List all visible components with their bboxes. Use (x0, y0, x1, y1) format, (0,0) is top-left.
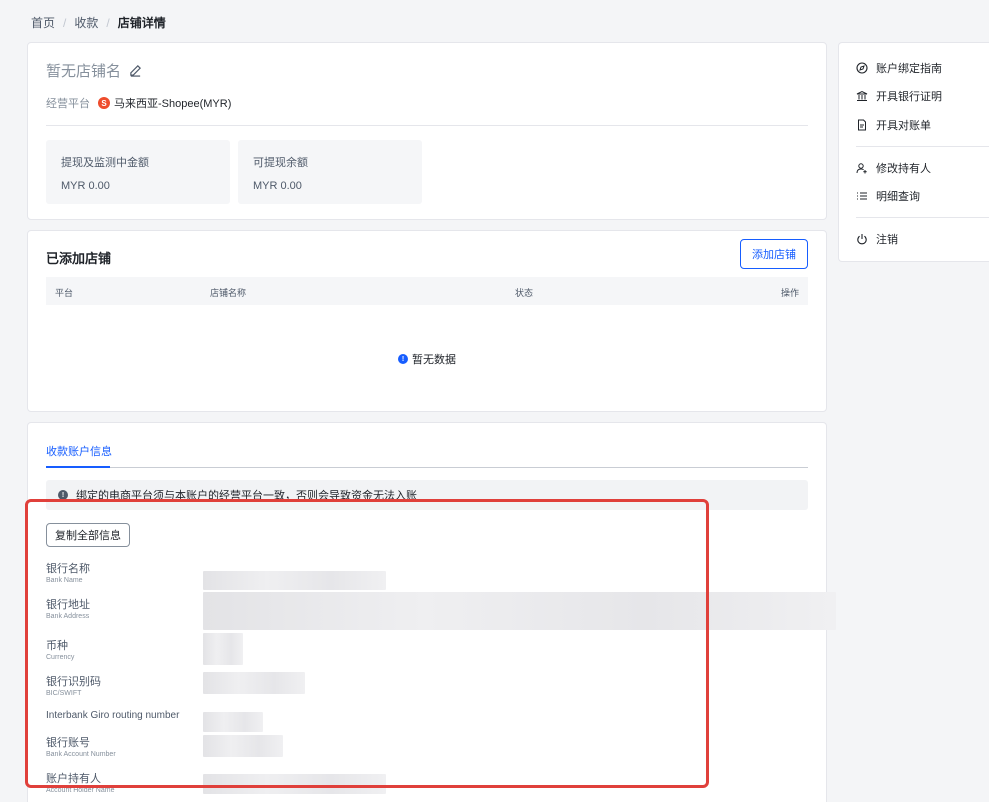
column-header-actions: 操作 (780, 288, 799, 298)
list-icon (857, 192, 867, 200)
empty-state: ! 暂无数据 (398, 351, 456, 367)
power-icon (857, 234, 867, 245)
tab-active-indicator (46, 466, 110, 468)
breadcrumb-home[interactable]: 首页 (31, 14, 55, 31)
divider (46, 125, 808, 126)
platform-label: 经营平台 (46, 98, 90, 110)
column-header-platform: 平台 (55, 288, 74, 298)
store-summary-card: 暂无店铺名 经营平台 S 马来西亚-Shopee(MYR) 提现及监测中金额 M… (27, 42, 827, 220)
user-add-icon (856, 163, 867, 174)
menu-item-label: 修改持有人 (876, 163, 931, 175)
platform-value: 马来西亚-Shopee(MYR) (114, 98, 232, 110)
menu-item-label: 注销 (876, 234, 898, 246)
tab-account-info[interactable]: 收款账户信息 (46, 443, 112, 459)
store-name-text: 暂无店铺名 (46, 63, 122, 80)
menu-item-label: 明细查询 (876, 191, 920, 203)
empty-text: 暂无数据 (412, 354, 456, 366)
menu-item-cancel-account[interactable]: 注销 (856, 231, 898, 247)
add-shop-button[interactable]: 添加店铺 (740, 239, 808, 269)
info-icon: ! (398, 354, 408, 364)
breadcrumb-separator: / (63, 15, 67, 30)
compass-icon (856, 62, 868, 74)
table-header: 平台 店铺名称 状态 操作 (46, 277, 808, 305)
breadcrumb-separator: / (106, 15, 110, 30)
column-header-status: 状态 (515, 288, 534, 298)
breadcrumb-current: 店铺详情 (117, 16, 166, 30)
column-header-shop-name: 店铺名称 (210, 288, 247, 298)
menu-item-label: 开具对账单 (876, 120, 931, 132)
menu-item-label: 账户绑定指南 (876, 63, 942, 75)
side-action-menu: 账户绑定指南 开具银行证明 开具对账单 修改持有人 明细查询 注销 (838, 42, 989, 262)
shopee-icon: S (98, 97, 110, 109)
breadcrumb: 首页 / 收款 / 店铺详情 (31, 14, 166, 31)
menu-item-label: 开具银行证明 (876, 91, 942, 103)
balance-label: 可提现余额 (253, 157, 308, 169)
tab-bar-line (46, 467, 808, 468)
store-name: 暂无店铺名 (46, 60, 142, 81)
menu-item-statement[interactable]: 开具对账单 (856, 117, 931, 133)
edit-icon[interactable] (129, 64, 142, 77)
breadcrumb-receive[interactable]: 收款 (74, 14, 98, 31)
field-sublabel: Account Holder Name (46, 787, 115, 794)
menu-divider (856, 146, 989, 147)
bank-icon (856, 90, 868, 101)
menu-item-change-holder[interactable]: 修改持有人 (856, 160, 931, 176)
monitoring-balance-box: 提现及监测中金额 MYR 0.00 (46, 140, 230, 204)
balance-amount: MYR 0.00 (253, 180, 302, 192)
menu-item-details-query[interactable]: 明细查询 (856, 188, 920, 204)
available-balance-box: 可提现余额 MYR 0.00 (238, 140, 422, 204)
menu-item-binding-guide[interactable]: 账户绑定指南 (856, 60, 942, 76)
added-shops-card: 已添加店铺 添加店铺 平台 店铺名称 状态 操作 ! 暂无数据 (27, 230, 827, 412)
platform-row: 经营平台 S 马来西亚-Shopee(MYR) (46, 95, 231, 111)
balance-amount: MYR 0.00 (61, 180, 110, 192)
menu-divider (856, 217, 989, 218)
document-icon (858, 119, 866, 131)
highlight-box (25, 499, 709, 788)
section-title: 已添加店铺 (46, 251, 112, 266)
balance-label: 提现及监测中金额 (61, 157, 149, 169)
menu-item-bank-certificate[interactable]: 开具银行证明 (856, 88, 942, 104)
